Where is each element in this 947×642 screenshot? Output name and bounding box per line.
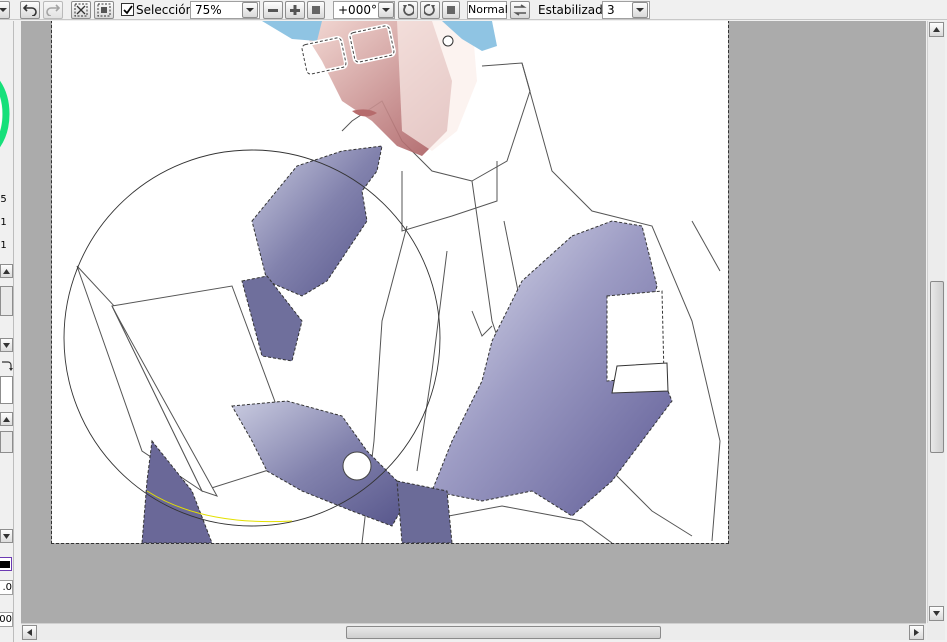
toolbar: Selección 75% +000° Normal Estabilizador… [0, 0, 947, 20]
zoom-reset-icon [312, 6, 320, 14]
stabilizer-value: 3 [607, 3, 615, 17]
rotate-reset-icon [447, 6, 455, 14]
brush-size-field[interactable]: .0 [0, 580, 13, 595]
horizontal-scrollbar[interactable] [21, 623, 926, 640]
zoom-dropdown-button[interactable] [242, 2, 258, 18]
toolbar-dropdown-button[interactable] [0, 1, 10, 19]
brush-density-field[interactable]: 00 [0, 612, 13, 627]
panel-slider[interactable] [0, 286, 13, 316]
chevron-up-icon [933, 27, 940, 32]
brush-slider[interactable] [0, 431, 13, 453]
scroll-right-button[interactable] [909, 625, 924, 640]
scroll-down-button[interactable] [929, 606, 944, 621]
swap-colors-icon[interactable] [0, 359, 13, 373]
chevron-down-icon [382, 8, 390, 12]
chevron-left-icon [27, 629, 32, 636]
redo-button[interactable] [43, 1, 63, 19]
color-wheel[interactable] [0, 66, 12, 162]
deselect-button[interactable] [71, 1, 91, 19]
foreground-color-swatch [0, 561, 10, 568]
undo-icon [23, 4, 37, 16]
vertical-scrollbar[interactable] [927, 21, 945, 623]
left-tool-panel: 55 41 51 .0 00 [0, 21, 14, 642]
scrollbar-corner [927, 623, 945, 640]
rotate-cw-icon [424, 4, 435, 16]
rotate-cw-button[interactable] [420, 1, 440, 19]
brush-scroll-up-button[interactable] [0, 412, 13, 426]
zoom-in-button[interactable] [285, 1, 305, 19]
flip-horizontal-button[interactable] [510, 1, 530, 19]
redo-icon [46, 4, 60, 16]
panel-scroll-up-button[interactable] [0, 264, 13, 278]
checkmark-icon [122, 4, 133, 14]
rotation-value: +000° [338, 3, 377, 17]
color-value-r: 55 [0, 194, 7, 205]
panel-dropdown-button[interactable] [0, 338, 13, 352]
chevron-down-icon [933, 611, 940, 616]
chevron-down-icon [246, 8, 254, 12]
rotate-ccw-icon [403, 4, 414, 16]
brush-scroll-down-button[interactable] [0, 529, 13, 543]
blend-mode-value: Normal [468, 3, 508, 16]
zoom-value: 75% [195, 3, 222, 17]
artwork-illustration[interactable] [52, 21, 728, 544]
zoom-out-icon [268, 9, 278, 12]
zoom-in-icon [290, 5, 300, 15]
color-swatch-box[interactable] [0, 376, 13, 404]
color-value-g: 41 [0, 217, 7, 228]
chevron-down-icon [3, 533, 10, 539]
chevron-up-icon [3, 268, 10, 274]
chevron-right-icon [914, 629, 919, 636]
brush-size-value: .0 [2, 582, 12, 593]
zoom-out-button[interactable] [263, 1, 283, 19]
scroll-up-button[interactable] [929, 22, 944, 37]
blend-mode-display[interactable]: Normal [467, 1, 508, 19]
rotate-ccw-button[interactable] [398, 1, 418, 19]
selection-checkbox[interactable] [121, 3, 134, 16]
canvas-document[interactable] [51, 21, 729, 544]
rotation-dropdown-button[interactable] [378, 2, 394, 18]
stabilizer-dropdown-button[interactable] [632, 2, 648, 18]
vertical-scroll-thumb[interactable] [930, 281, 944, 453]
undo-button[interactable] [20, 1, 40, 19]
color-value-b: 51 [0, 240, 7, 251]
invert-selection-icon [97, 3, 111, 17]
deselect-icon [74, 3, 88, 17]
active-color-indicator[interactable] [0, 557, 12, 571]
zoom-reset-button[interactable] [307, 1, 325, 19]
canvas-viewport[interactable] [21, 21, 926, 623]
invert-selection-button[interactable] [94, 1, 114, 19]
chevron-down-icon [3, 342, 10, 348]
chevron-up-icon [3, 416, 10, 422]
selection-label: Selección [136, 3, 194, 17]
chevron-down-icon [0, 8, 7, 12]
rotate-reset-button[interactable] [442, 1, 460, 19]
flip-horizontal-icon [513, 4, 527, 16]
chevron-down-icon [636, 8, 644, 12]
scroll-left-button[interactable] [22, 625, 37, 640]
brush-density-value: 00 [0, 614, 12, 625]
horizontal-scroll-thumb[interactable] [346, 626, 661, 639]
